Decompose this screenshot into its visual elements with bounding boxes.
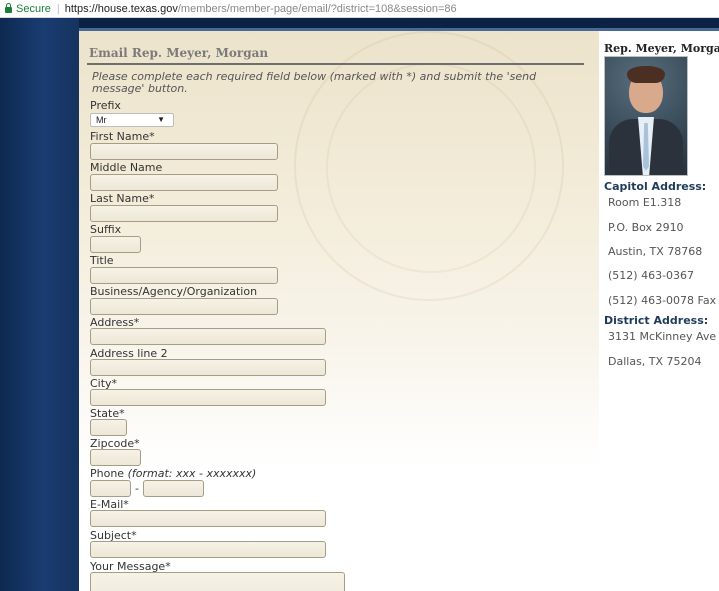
rep-photo	[604, 56, 688, 176]
business-input[interactable]	[90, 298, 278, 315]
suffix-input[interactable]	[90, 236, 141, 253]
first-name-input[interactable]	[90, 143, 278, 160]
title-input[interactable]	[90, 267, 278, 284]
left-blue-band	[0, 18, 79, 591]
last-name-input[interactable]	[90, 205, 278, 222]
email-form-panel: Email Rep. Meyer, Morgan Please complete…	[79, 31, 599, 591]
city-input[interactable]	[90, 389, 326, 406]
browser-address-bar[interactable]: Secure | https://house.texas.gov/members…	[0, 0, 719, 18]
phone-dash: -	[135, 482, 139, 495]
capitol-address-heading: Capitol Address:	[604, 180, 707, 193]
message-textarea[interactable]	[90, 572, 345, 591]
capitol-city: Austin, TX 78768	[608, 245, 703, 258]
last-name-label: Last Name*	[90, 192, 155, 205]
capitol-po-box: P.O. Box 2910	[608, 221, 684, 234]
phone-label: Phone (format: xxx - xxxxxxx)	[90, 468, 256, 480]
zipcode-input[interactable]	[90, 449, 141, 466]
secure-label: Secure	[16, 2, 51, 15]
site-header-strip	[79, 18, 719, 28]
prefix-label: Prefix	[90, 99, 121, 112]
rep-name: Rep. Meyer, Morgan	[604, 42, 719, 55]
business-label: Business/Agency/Organization	[90, 285, 258, 298]
capitol-fax: (512) 463-0078 Fax	[608, 294, 717, 307]
phone-number-input[interactable]	[143, 480, 204, 497]
district-street: 3131 McKinney Ave	[608, 330, 717, 343]
phone-label-text: Phone	[90, 467, 125, 480]
capitol-phone: (512) 463-0367	[608, 269, 695, 282]
prefix-selected-value: Mr	[96, 115, 107, 125]
portrait-image	[605, 57, 687, 175]
capitol-room: Room E1.318	[608, 196, 682, 209]
district-city: Dallas, TX 75204	[608, 355, 702, 368]
middle-name-label: Middle Name	[90, 161, 163, 174]
prefix-select[interactable]: Mr ▼	[90, 113, 174, 127]
suffix-label: Suffix	[90, 223, 122, 236]
state-input[interactable]	[90, 419, 127, 436]
address2-input[interactable]	[90, 359, 326, 376]
address-separator: |	[56, 2, 60, 15]
title-label: Title	[90, 254, 114, 267]
url-host[interactable]: https://house.texas.gov	[65, 3, 178, 15]
first-name-label: First Name*	[90, 130, 155, 143]
chevron-down-icon: ▼	[157, 115, 165, 124]
middle-name-input[interactable]	[90, 174, 278, 191]
form-instructions: Please complete each required field belo…	[92, 70, 537, 95]
district-address-heading: District Address:	[604, 314, 709, 327]
representative-sidebar: Rep. Meyer, Morgan Capitol Address: Room…	[599, 31, 719, 591]
phone-format-hint: (format: xxx - xxxxxxx)	[127, 467, 257, 480]
form-heading: Email Rep. Meyer, Morgan	[89, 46, 269, 60]
phone-area-code-input[interactable]	[90, 480, 131, 497]
lock-icon	[5, 2, 12, 13]
heading-rule	[87, 63, 584, 65]
subject-input[interactable]	[90, 541, 326, 558]
address-input[interactable]	[90, 328, 326, 345]
email-input[interactable]	[90, 510, 326, 527]
url-path[interactable]: /members/member-page/email/?district=108…	[178, 3, 457, 15]
